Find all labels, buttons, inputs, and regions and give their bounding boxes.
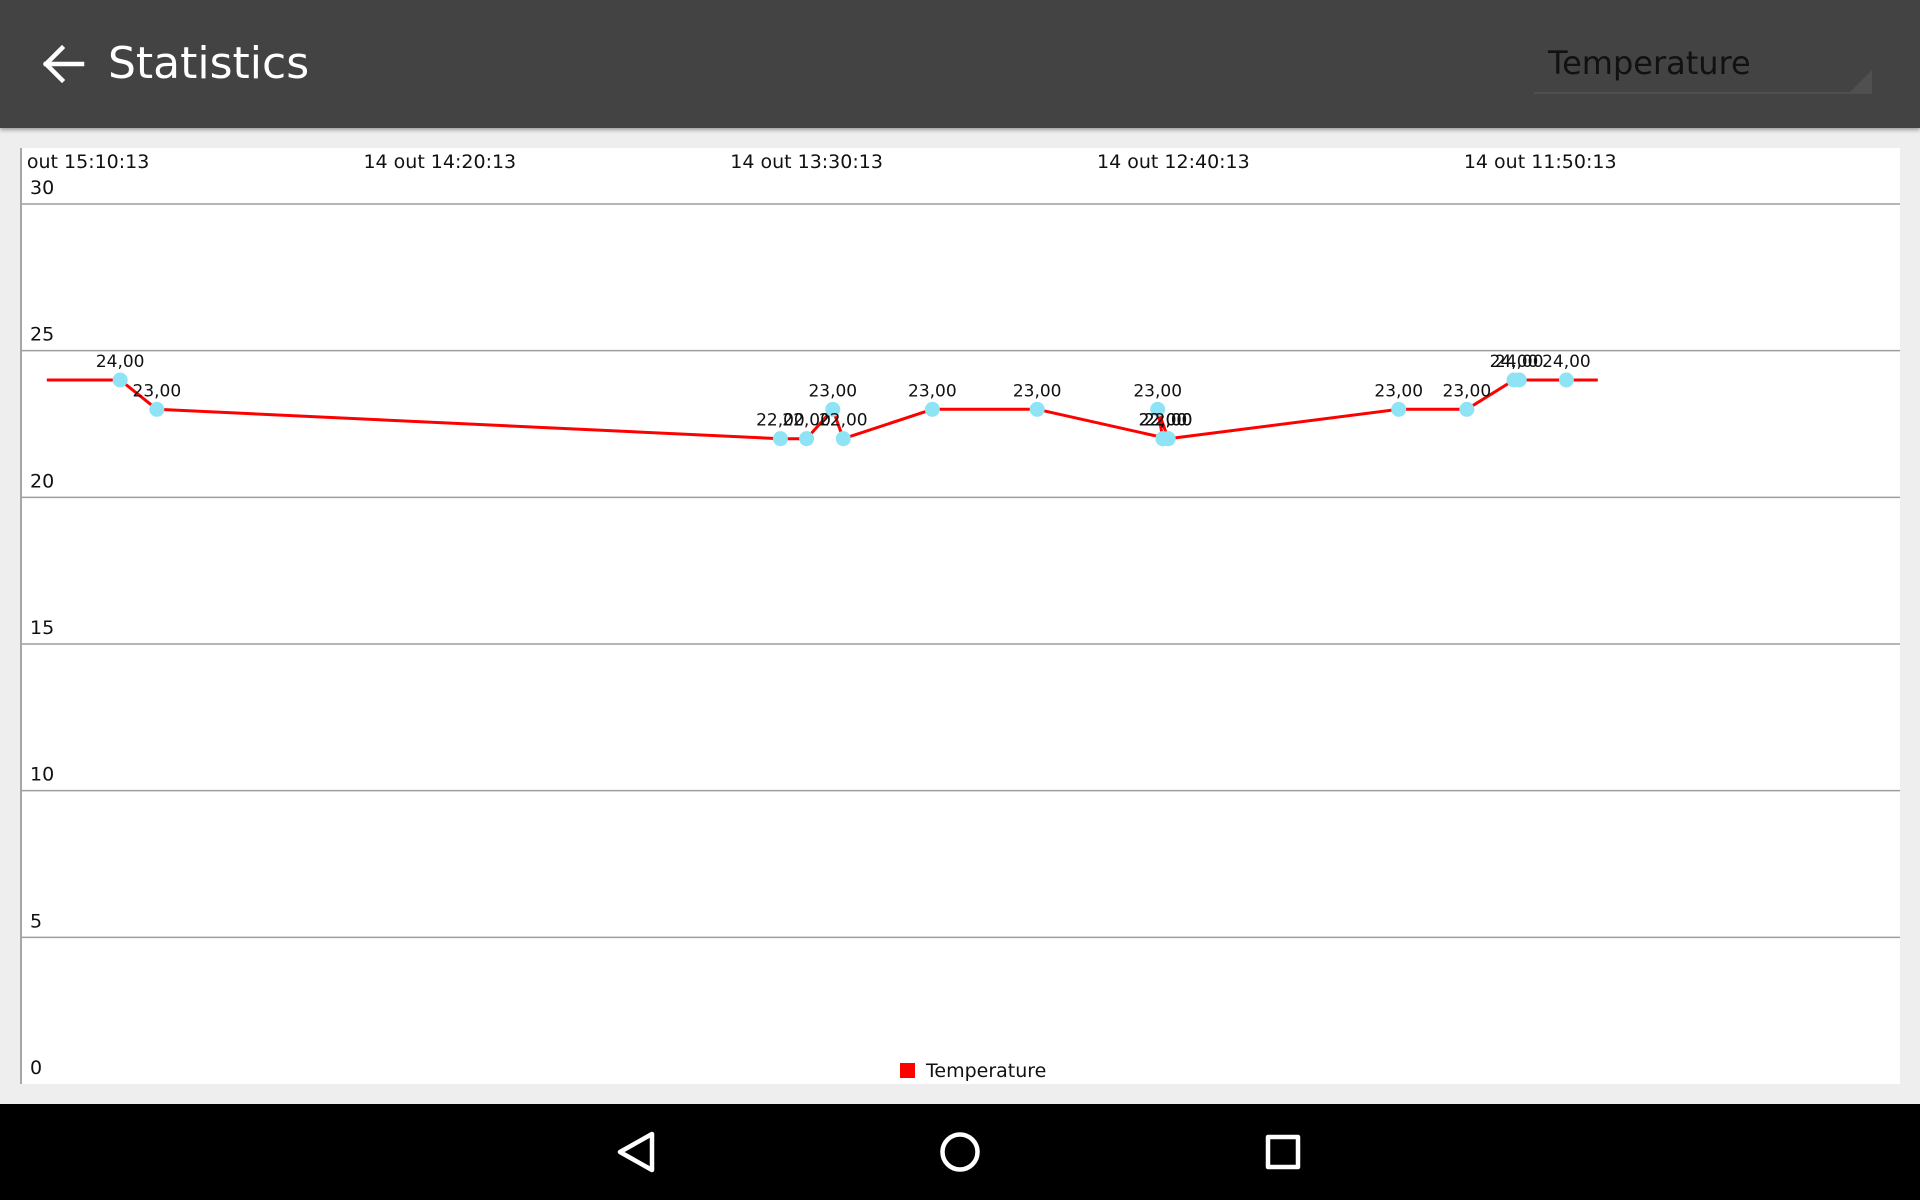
y-tick-label: 30 (30, 177, 54, 199)
x-tick-label: 14 out 14:20:13 (363, 151, 516, 173)
data-value-label: 22,00 (819, 411, 868, 431)
temperature-line-chart: 0 5 10 15 20 25 30 14 out 15:10:13 14 out 14:20:… (20, 148, 1900, 1084)
temperature-data-point (1391, 401, 1407, 417)
data-value-label: 24,00 (1542, 352, 1591, 372)
data-value-label: 22,00 (1144, 411, 1193, 431)
x-tick-label: 14 out 11:50:13 (1464, 151, 1617, 173)
temperature-data-point (1511, 372, 1527, 388)
nav-home-button[interactable] (915, 1120, 1005, 1184)
nav-home-circle-icon (940, 1132, 980, 1172)
data-value-label: 23,00 (1133, 381, 1182, 401)
page-title: Statistics (108, 38, 310, 89)
y-tick-label: 5 (30, 910, 42, 932)
data-value-label: 23,00 (808, 381, 857, 401)
temperature-data-point (149, 401, 165, 417)
data-value-label: 23,00 (1013, 381, 1062, 401)
arrow-back-icon (42, 44, 85, 84)
temperature-data-point (1558, 372, 1574, 388)
y-tick-label: 20 (30, 470, 54, 492)
y-tick-label: 0 (30, 1057, 42, 1079)
legend-label: Temperature (925, 1060, 1046, 1082)
dropdown-triangle-icon (1850, 70, 1872, 92)
back-button[interactable] (36, 34, 92, 94)
temperature-data-point (835, 431, 851, 447)
y-tick-label: 25 (30, 324, 54, 346)
temperature-data-point (1160, 431, 1176, 447)
temperature-data-point (112, 372, 128, 388)
temperature-chart-card: 0 5 10 15 20 25 30 14 out 15:10:13 14 out 14:20:… (20, 148, 1900, 1084)
nav-back-triangle-icon (617, 1131, 655, 1173)
data-value-label: 24,00 (96, 352, 145, 372)
data-value-label: 23,00 (133, 381, 182, 401)
data-value-label: 23,00 (1443, 381, 1492, 401)
app-toolbar: Statistics Temperature (0, 0, 1920, 128)
data-value-label: 23,00 (1374, 381, 1423, 401)
x-tick-label: 14 out 13:30:13 (730, 151, 883, 173)
nav-recents-square-icon (1265, 1134, 1301, 1170)
temperature-data-point (772, 431, 788, 447)
y-tick-label: 10 (30, 764, 54, 786)
temperature-data-point (799, 431, 815, 447)
data-value-label: 23,00 (908, 381, 957, 401)
temperature-data-point (924, 401, 940, 417)
nav-back-button[interactable] (592, 1120, 682, 1184)
x-tick-label: 14 out 12:40:13 (1097, 151, 1250, 173)
y-tick-label: 15 (30, 617, 54, 639)
system-navigation-bar (0, 1104, 1920, 1200)
temperature-data-point (1029, 401, 1045, 417)
nav-recents-button[interactable] (1238, 1120, 1328, 1184)
metric-spinner[interactable]: Temperature (1534, 32, 1872, 94)
spinner-selected-value: Temperature (1548, 44, 1751, 82)
legend-swatch (900, 1063, 915, 1078)
temperature-data-point (1459, 401, 1475, 417)
data-value-label: 24,00 (1495, 352, 1544, 372)
x-tick-label: 14 out 15:10:13 (20, 151, 149, 173)
